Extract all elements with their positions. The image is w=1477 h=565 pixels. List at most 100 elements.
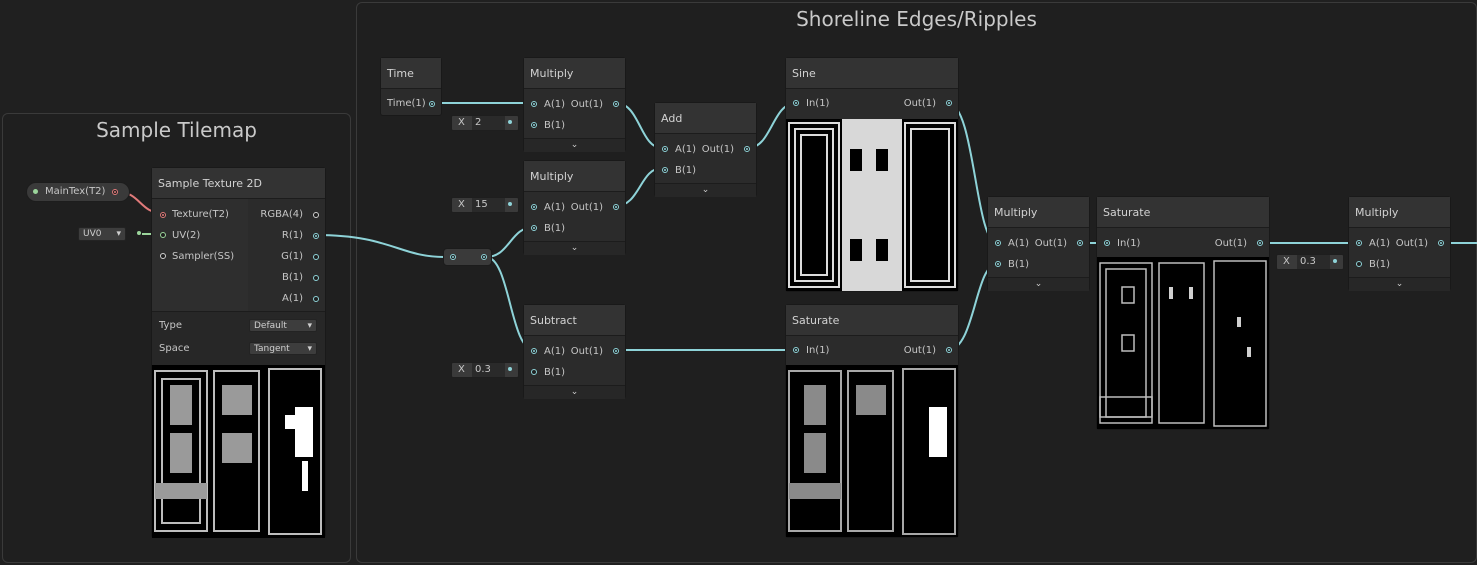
b-input-label: B(1) (544, 223, 566, 234)
subtract-node[interactable]: Subtract A(1) B(1) Out(1) ⌄ (523, 304, 626, 399)
out-port[interactable] (1257, 240, 1263, 246)
multiply-node-2[interactable]: Multiply A(1) B(1) Out(1) ⌄ (523, 160, 626, 255)
type-dropdown[interactable]: Default (249, 319, 317, 333)
time-output-port[interactable] (429, 101, 435, 107)
expand-chevron-icon[interactable]: ⌄ (655, 183, 756, 197)
expand-chevron-icon[interactable]: ⌄ (524, 385, 625, 399)
out-port[interactable] (946, 100, 952, 106)
out-port[interactable] (613, 204, 619, 210)
expand-chevron-icon[interactable]: ⌄ (988, 277, 1089, 291)
multiply-node-3[interactable]: Multiply A(1) B(1) Out(1) ⌄ (987, 196, 1090, 291)
value-input[interactable]: 0.3 (1297, 255, 1330, 269)
out-port[interactable] (744, 146, 750, 152)
uv-output-port[interactable] (137, 231, 141, 235)
reroute-node[interactable] (443, 248, 492, 266)
x-label: X (458, 199, 465, 210)
node-title[interactable]: Sample Texture 2D (152, 168, 325, 199)
node-title[interactable]: Add (655, 103, 756, 134)
out-port[interactable] (613, 101, 619, 107)
node-title[interactable]: Saturate (1097, 197, 1269, 228)
out-port[interactable] (946, 347, 952, 353)
saturate-preview-2 (1097, 257, 1269, 429)
node-title[interactable]: Sine (786, 58, 958, 89)
node-title[interactable]: Multiply (1349, 197, 1450, 228)
in-input-port[interactable] (1104, 240, 1110, 246)
x-label: X (458, 364, 465, 375)
b-output-port[interactable] (313, 275, 319, 281)
a-input-label: A(1) (544, 346, 566, 357)
node-title[interactable]: Subtract (524, 305, 625, 336)
type-label: Type (159, 320, 182, 331)
uv-input-port[interactable] (160, 232, 166, 238)
g-output-port[interactable] (313, 254, 319, 260)
node-title[interactable]: Time (381, 58, 441, 89)
value-input[interactable]: 15 (472, 198, 505, 212)
add-node[interactable]: Add A(1) B(1) Out(1) ⌄ (654, 102, 757, 197)
saturate-preview-1 (786, 365, 958, 537)
sine-node[interactable]: Sine In(1) Out(1) (785, 57, 959, 292)
uv-channel-dropdown[interactable]: UV0 (78, 227, 126, 241)
group-title[interactable]: Shoreline Edges/Ripples (357, 7, 1476, 31)
a-input-port[interactable] (1356, 240, 1362, 246)
property-output-port[interactable] (112, 189, 118, 195)
a-output-port[interactable] (313, 296, 319, 302)
uv-value: UV0 (83, 229, 102, 239)
texture-input-port[interactable] (160, 212, 166, 218)
b-input-port[interactable] (1356, 261, 1362, 267)
a-input-port[interactable] (531, 348, 537, 354)
node-title[interactable]: Saturate (786, 305, 958, 336)
r-output-port[interactable] (313, 233, 319, 239)
b-input-port[interactable] (662, 167, 668, 173)
expand-chevron-icon[interactable]: ⌄ (524, 241, 625, 255)
saturate-node-2[interactable]: Saturate In(1) Out(1) (1096, 196, 1270, 430)
out-port[interactable] (1077, 240, 1083, 246)
multiply2-b-field[interactable]: X 15 (451, 197, 519, 213)
reroute-output-port[interactable] (481, 254, 487, 260)
field-port-icon (1333, 259, 1337, 263)
out-port[interactable] (1438, 240, 1444, 246)
value-input[interactable]: 2 (472, 116, 505, 130)
expand-chevron-icon[interactable]: ⌄ (524, 138, 625, 152)
out-label: Out(1) (570, 346, 603, 357)
b-input-label: B(1) (544, 367, 566, 378)
in-input-port[interactable] (793, 100, 799, 106)
maintex-property-node[interactable]: MainTex(T2) (26, 182, 130, 202)
expand-chevron-icon[interactable]: ⌄ (1349, 277, 1450, 291)
group-title[interactable]: Sample Tilemap (3, 118, 350, 142)
out-label: Out(1) (1034, 238, 1067, 249)
space-dropdown[interactable]: Tangent (249, 342, 317, 356)
sample-texture-2d-node[interactable]: Sample Texture 2D Texture(T2) UV(2) Samp… (151, 167, 326, 538)
in-input-port[interactable] (793, 347, 799, 353)
rgba-output-port[interactable] (313, 212, 319, 218)
b-input-port[interactable] (531, 122, 537, 128)
saturate-node-1[interactable]: Saturate In(1) Out(1) (785, 304, 959, 538)
a-input-label: A(1) (544, 99, 566, 110)
out-port[interactable] (613, 348, 619, 354)
sine-preview (786, 119, 958, 291)
b-input-port[interactable] (531, 369, 537, 375)
multiply-node-1[interactable]: Multiply A(1) B(1) Out(1) ⌄ (523, 57, 626, 152)
a-input-port[interactable] (531, 101, 537, 107)
subtract-b-field[interactable]: X 0.3 (451, 362, 519, 378)
a-input-port[interactable] (995, 240, 1001, 246)
a-output-label: A(1) (281, 293, 303, 304)
reroute-input-port[interactable] (450, 254, 456, 260)
node-title[interactable]: Multiply (524, 58, 625, 89)
time-node[interactable]: Time Time(1) (380, 57, 442, 116)
value-input[interactable]: 0.3 (472, 363, 505, 377)
a-input-label: A(1) (544, 202, 566, 213)
x-label: X (458, 117, 465, 128)
multiply4-b-field[interactable]: X 0.3 (1276, 254, 1344, 270)
x-label: X (1283, 256, 1290, 267)
a-input-port[interactable] (531, 204, 537, 210)
multiply1-b-field[interactable]: X 2 (451, 115, 519, 131)
multiply-node-4[interactable]: Multiply A(1) B(1) Out(1) ⌄ (1348, 196, 1451, 291)
out-label: Out(1) (570, 202, 603, 213)
sampler-input-port[interactable] (160, 253, 166, 259)
property-label: MainTex(T2) (45, 186, 106, 197)
node-title[interactable]: Multiply (524, 161, 625, 192)
node-title[interactable]: Multiply (988, 197, 1089, 228)
b-input-port[interactable] (995, 261, 1001, 267)
b-input-port[interactable] (531, 225, 537, 231)
a-input-port[interactable] (662, 146, 668, 152)
